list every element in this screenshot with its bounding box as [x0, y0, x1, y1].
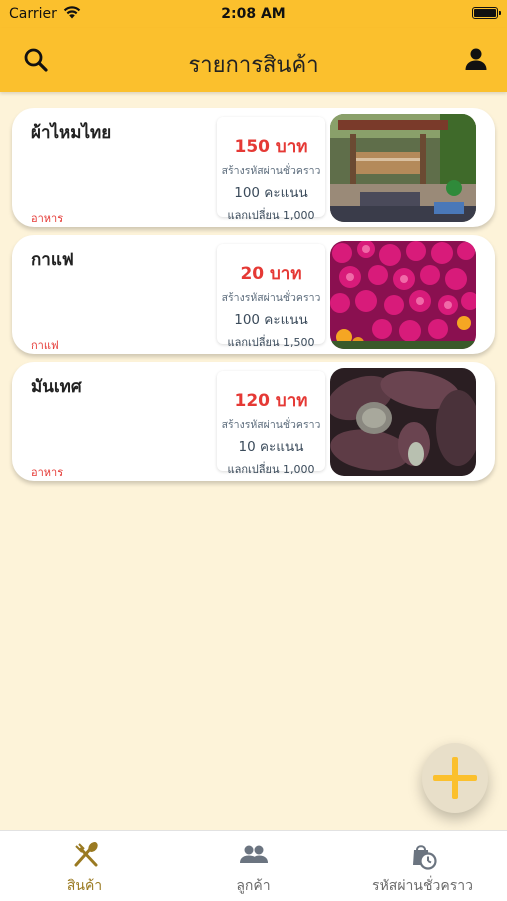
product-info-box: 150 บาท สร้างรหัสผ่านชั่วคราว 100 คะแนน …: [217, 117, 325, 222]
bag-clock-icon: [408, 841, 438, 871]
product-name: กาแฟ: [31, 250, 74, 270]
tab-customers[interactable]: ลูกค้า: [169, 831, 338, 901]
product-price: 20 บาท: [240, 264, 302, 284]
product-name: ผ้าไหมไทย: [31, 123, 112, 143]
battery-icon: [472, 7, 501, 19]
tab-products[interactable]: สินค้า: [0, 831, 169, 901]
page-title: รายการสินค้า: [188, 53, 319, 78]
product-category: อาหาร: [31, 466, 64, 479]
fork-spoon-icon: [71, 841, 101, 871]
product-exchange: แลกเปลี่ยน 1,000: [227, 463, 315, 476]
status-bar: Carrier 2:08 AM: [0, 0, 507, 28]
people-icon: [239, 841, 269, 871]
product-info-box: 120 บาท สร้างรหัสผ่านชั่วคราว 10 คะแนน แ…: [217, 371, 325, 476]
tab-bar: สินค้า ลูกค้า รหัสผ่านชั่วคราว: [0, 830, 507, 901]
product-points: 100 คะแนน: [234, 185, 308, 201]
nav-bar: รายการสินค้า: [0, 28, 507, 92]
product-card[interactable]: มันเทศ อาหาร 120 บาท สร้างรหัสผ่านชั่วคร…: [12, 362, 495, 481]
product-price: 150 บาท: [234, 137, 308, 157]
product-exchange: แลกเปลี่ยน 1,500: [227, 336, 315, 349]
tab-label: ลูกค้า: [236, 878, 271, 894]
product-category: กาแฟ: [31, 339, 59, 352]
product-points: 100 คะแนน: [234, 312, 308, 328]
product-name: มันเทศ: [31, 377, 82, 397]
loom-shed-photo: [330, 114, 476, 222]
clock: 2:08 AM: [221, 6, 286, 22]
magenta-flowers-photo: [330, 241, 476, 349]
temp-code-label: สร้างรหัสผ่านชั่วคราว: [221, 292, 321, 304]
temp-code-label: สร้างรหัสผ่านชั่วคราว: [221, 165, 321, 177]
product-points: 10 คะแนน: [238, 439, 304, 455]
temp-code-label: สร้างรหัสผ่านชั่วคราว: [221, 419, 321, 431]
person-icon[interactable]: [463, 46, 489, 72]
product-info-box: 20 บาท สร้างรหัสผ่านชั่วคราว 100 คะแนน แ…: [217, 244, 325, 349]
product-card[interactable]: ผ้าไหมไทย อาหาร 150 บาท สร้างรหัสผ่านชั่…: [12, 108, 495, 227]
plus-icon: [430, 755, 480, 801]
sweet-potatoes-photo: [330, 368, 476, 476]
product-category: อาหาร: [31, 212, 64, 225]
product-price: 120 บาท: [234, 391, 308, 411]
tab-label: สินค้า: [66, 878, 103, 894]
product-list: ผ้าไหมไทย อาหาร 150 บาท สร้างรหัสผ่านชั่…: [12, 108, 495, 489]
add-product-button[interactable]: [422, 743, 488, 813]
product-exchange: แลกเปลี่ยน 1,000: [227, 209, 315, 222]
tab-temp-codes[interactable]: รหัสผ่านชั่วคราว: [338, 831, 507, 901]
tab-label: รหัสผ่านชั่วคราว: [372, 878, 473, 894]
product-card[interactable]: กาแฟ กาแฟ 20 บาท สร้างรหัสผ่านชั่วคราว 1…: [12, 235, 495, 354]
